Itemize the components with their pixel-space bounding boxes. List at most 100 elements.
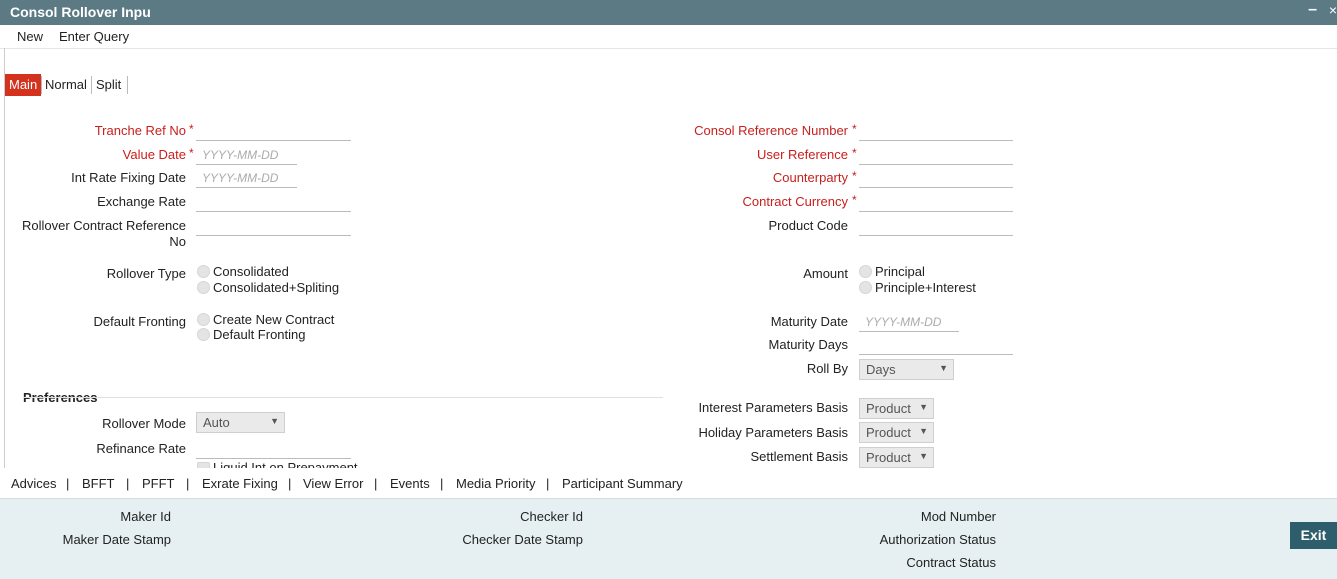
holiday-parameters-basis-value: Product (866, 425, 911, 440)
amount-principle-interest-label: Principle+Interest (875, 280, 976, 295)
create-new-contract-label: Create New Contract (213, 312, 335, 327)
link-separator: | (126, 476, 130, 491)
tab-normal[interactable]: Normal (45, 74, 87, 96)
exchange-rate-label: Exchange Rate (97, 194, 186, 209)
chevron-down-icon: ▼ (919, 402, 928, 412)
link-media-priority[interactable]: Media Priority (456, 476, 535, 491)
clipped-checkbox-row: Liquid Int on Prepayment (196, 460, 396, 468)
maturity-days-input[interactable] (859, 335, 1013, 355)
menu-bar: New Enter Query (0, 25, 1337, 49)
tab-separator (41, 76, 42, 94)
rollover-type-consolidated-radio[interactable] (197, 265, 210, 278)
link-separator: | (440, 476, 444, 491)
int-rate-fixing-date-label: Int Rate Fixing Date (71, 170, 186, 185)
exchange-rate-input[interactable] (196, 192, 351, 212)
window-title: Consol Rollover Inpu (10, 4, 151, 20)
amount-principal-label: Principal (875, 264, 925, 279)
required-marker: * (852, 146, 857, 160)
link-separator: | (186, 476, 190, 491)
enter-query-menu-item[interactable]: Enter Query (59, 29, 129, 44)
required-marker: * (189, 146, 194, 160)
interest-parameters-basis-value: Product (866, 401, 911, 416)
link-separator: | (546, 476, 550, 491)
audit-footer (0, 498, 1337, 579)
link-separator: | (288, 476, 292, 491)
link-exrate-fixing[interactable]: Exrate Fixing (202, 476, 278, 491)
holiday-parameters-basis-label: Holiday Parameters Basis (698, 425, 848, 440)
required-marker: * (189, 122, 194, 136)
minimize-icon[interactable]: – (1308, 1, 1317, 19)
new-menu-item[interactable]: New (17, 29, 43, 44)
rollover-type-consolidated-label: Consolidated (213, 264, 289, 279)
link-pfft[interactable]: PFFT (142, 476, 175, 491)
rollover-mode-label: Rollover Mode (102, 416, 186, 431)
link-separator: | (374, 476, 378, 491)
counterparty-input[interactable] (859, 168, 1013, 188)
liquid-int-label: Liquid Int on Prepayment (213, 460, 358, 468)
tab-separator (127, 76, 128, 94)
refinance-rate-input[interactable] (196, 439, 351, 459)
settlement-basis-select[interactable]: Product ▼ (859, 447, 934, 468)
amount-label: Amount (803, 266, 848, 281)
rollover-type-consolidated-spliting-radio[interactable] (197, 281, 210, 294)
link-bfft[interactable]: BFFT (82, 476, 115, 491)
tab-main[interactable]: Main (5, 74, 42, 96)
default-fronting-radio[interactable] (197, 328, 210, 341)
chevron-down-icon: ▼ (270, 416, 279, 426)
link-view-error[interactable]: View Error (303, 476, 363, 491)
rollover-type-label: Rollover Type (106, 266, 186, 281)
maker-id-label: Maker Id (120, 509, 171, 524)
value-date-label: Value Date (122, 147, 186, 162)
maker-date-stamp-label: Maker Date Stamp (62, 532, 171, 547)
holiday-parameters-basis-select[interactable]: Product ▼ (859, 422, 934, 443)
chevron-down-icon: ▼ (919, 426, 928, 436)
amount-principal-radio[interactable] (859, 265, 872, 278)
user-reference-input[interactable] (859, 145, 1013, 165)
tab-separator (91, 76, 92, 94)
consol-reference-number-label: Consol Reference Number (694, 123, 848, 138)
contract-currency-input[interactable] (859, 192, 1013, 212)
maturity-date-input[interactable] (859, 312, 959, 332)
amount-principle-interest-radio[interactable] (859, 281, 872, 294)
chevron-down-icon: ▼ (919, 451, 928, 461)
contract-status-label: Contract Status (906, 555, 996, 570)
sub-screen-links: Advices | BFFT | PFFT | Exrate Fixing | … (0, 468, 1337, 498)
required-marker: * (852, 169, 857, 183)
required-marker: * (852, 122, 857, 136)
interest-parameters-basis-select[interactable]: Product ▼ (859, 398, 934, 419)
product-code-input[interactable] (859, 216, 1013, 236)
default-fronting-option-label: Default Fronting (213, 327, 306, 342)
default-fronting-label: Default Fronting (93, 314, 187, 329)
counterparty-label: Counterparty (772, 170, 848, 185)
rollover-contract-ref-label: Rollover Contract Reference (21, 218, 186, 233)
roll-by-label: Roll By (806, 361, 848, 376)
rollover-mode-select[interactable]: Auto ▼ (196, 412, 285, 433)
rollover-contract-ref-input[interactable] (196, 216, 351, 236)
int-rate-fixing-date-input[interactable] (196, 168, 297, 188)
close-icon[interactable]: × (1329, 2, 1337, 18)
create-new-contract-radio[interactable] (197, 313, 210, 326)
settlement-basis-label: Settlement Basis (750, 449, 848, 464)
rollover-mode-value: Auto (203, 415, 230, 430)
tab-split[interactable]: Split (96, 74, 121, 96)
link-advices[interactable]: Advices (11, 476, 57, 491)
settlement-basis-value: Product (866, 450, 911, 465)
product-code-label: Product Code (768, 218, 849, 233)
link-participant-summary[interactable]: Participant Summary (562, 476, 683, 491)
roll-by-select[interactable]: Days ▼ (859, 359, 954, 380)
link-events[interactable]: Events (390, 476, 430, 491)
consol-reference-number-input[interactable] (859, 121, 1013, 141)
tranche-ref-no-input[interactable] (196, 121, 351, 141)
tranche-ref-no-label: Tranche Ref No (94, 123, 186, 138)
value-date-input[interactable] (196, 145, 297, 165)
roll-by-value: Days (866, 362, 896, 377)
required-marker: * (852, 193, 857, 207)
authorization-status-label: Authorization Status (879, 532, 996, 547)
left-border (4, 48, 5, 468)
mod-number-label: Mod Number (920, 509, 996, 524)
contract-currency-label: Contract Currency (742, 194, 848, 209)
refinance-rate-label: Refinance Rate (96, 441, 186, 456)
exit-button[interactable]: Exit (1290, 522, 1337, 549)
rollover-contract-ref-label-line2: No (169, 234, 186, 249)
maturity-date-label: Maturity Date (770, 314, 848, 329)
